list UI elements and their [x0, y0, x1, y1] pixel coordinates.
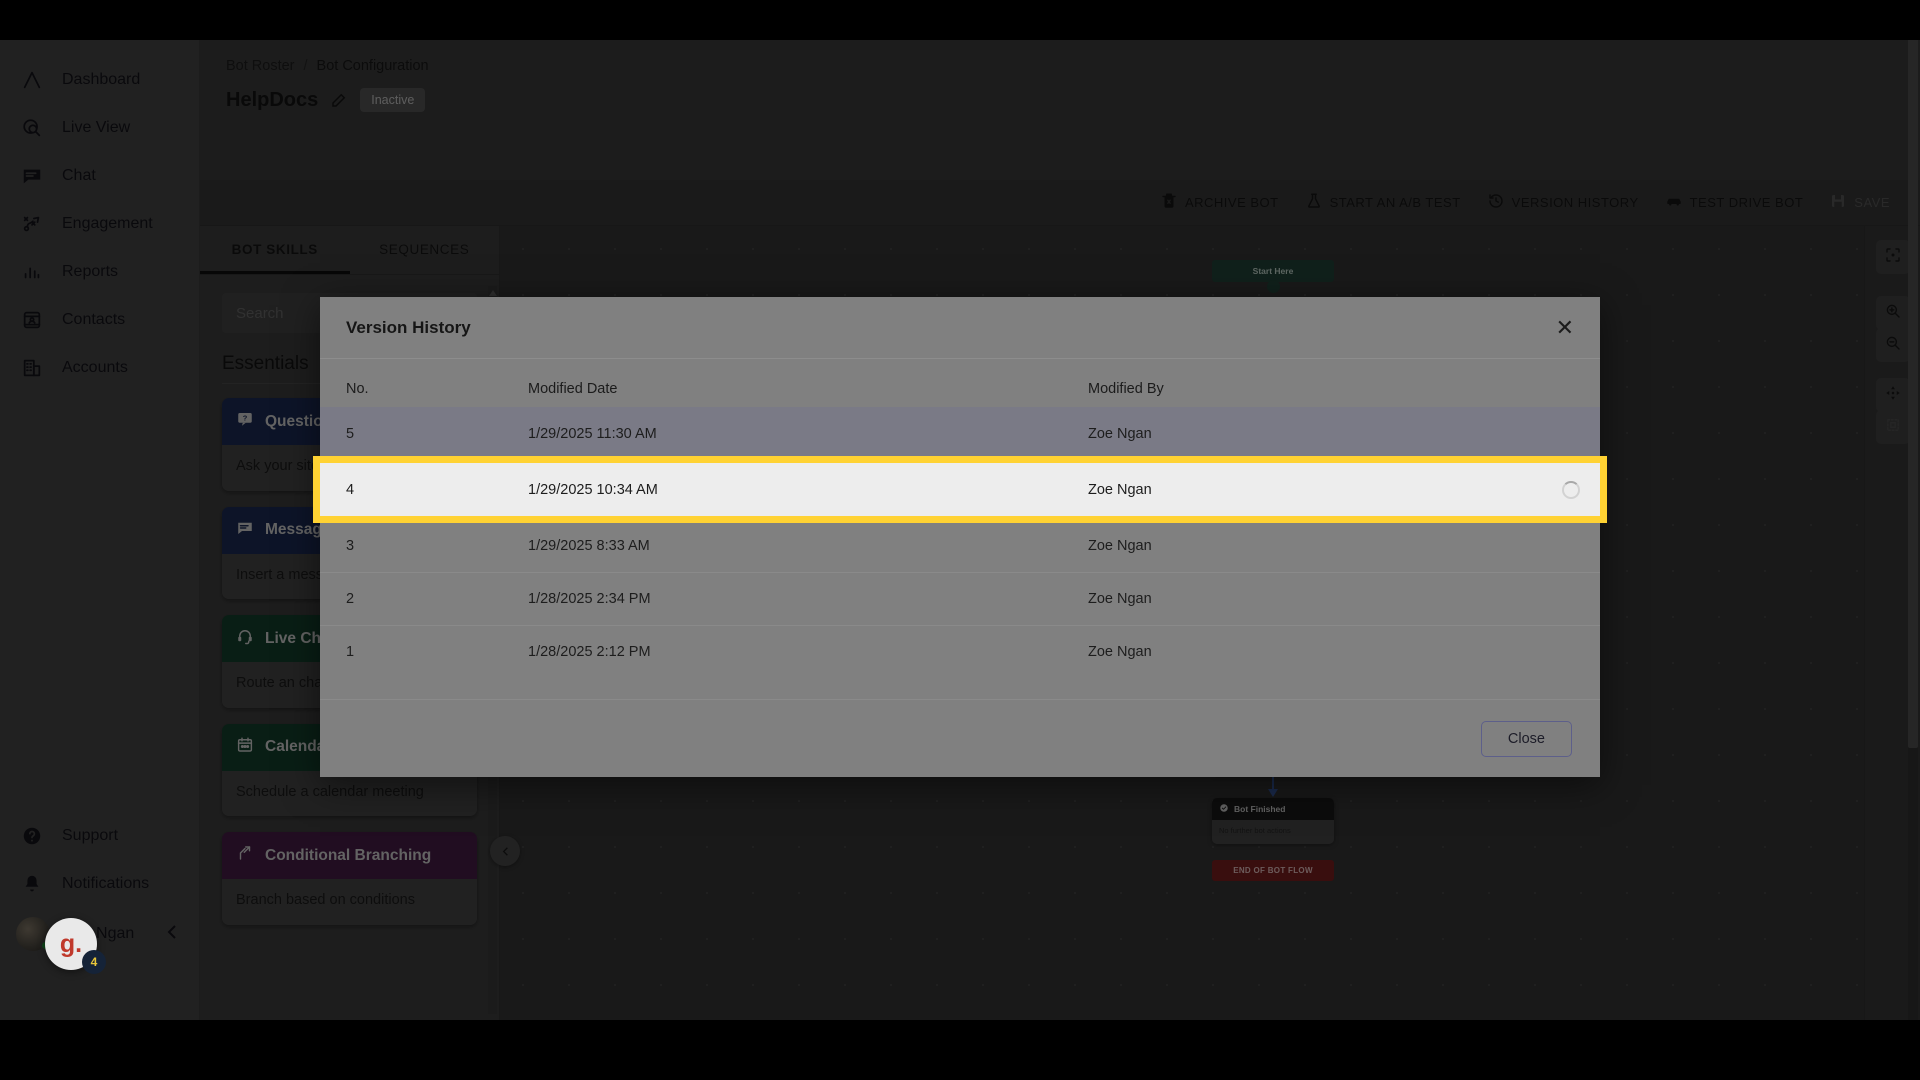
version-date: 1/28/2025 2:34 PM [528, 591, 651, 607]
version-row[interactable]: 3 1/29/2025 8:33 AM Zoe Ngan [320, 519, 1600, 572]
loading-spinner [1562, 480, 1580, 499]
version-date: 1/28/2025 2:12 PM [528, 644, 651, 660]
version-date: 1/29/2025 10:34 AM [528, 481, 658, 498]
column-header-date: Modified Date [528, 381, 618, 397]
letterbox-bottom [0, 1020, 1920, 1080]
table-header-row: No. Modified Date Modified By [320, 359, 1600, 407]
version-list: 5 1/29/2025 11:30 AM Zoe Ngan 4 1/29/2025 10… [313, 407, 1607, 678]
badge-label: g. [59, 929, 83, 958]
close-button[interactable]: Close [1480, 720, 1572, 757]
column-header-no: No. [346, 381, 369, 397]
dialog-header: Version History ✕ [320, 297, 1600, 359]
version-date: 1/29/2025 8:33 AM [528, 537, 650, 554]
version-row[interactable]: 4 1/29/2025 10:34 AM Zoe Ngan [313, 456, 1607, 523]
version-number: 3 [346, 537, 355, 554]
version-row[interactable]: 2 1/28/2025 2:34 PM Zoe Ngan [320, 572, 1600, 625]
version-row[interactable]: 1 1/28/2025 2:12 PM Zoe Ngan [320, 625, 1600, 678]
version-date: 1/29/2025 11:30 AM [528, 425, 657, 442]
version-number: 5 [346, 425, 355, 442]
version-author: Zoe Ngan [1088, 644, 1152, 660]
dialog-footer: Close [320, 699, 1600, 777]
grammarly-floating-badge[interactable]: g. 4 [45, 918, 106, 974]
dialog-title: Version History [346, 317, 471, 337]
version-author: Zoe Ngan [1088, 481, 1152, 498]
version-number: 1 [346, 644, 355, 660]
version-history-dialog: Version History ✕ No. Modified Date Modi… [313, 297, 1607, 777]
version-author: Zoe Ngan [1088, 425, 1152, 442]
letterbox-top [0, 0, 1920, 40]
version-number: 2 [346, 591, 355, 607]
application-window: DashboardLive ViewChatEngagementReportsC… [0, 0, 1920, 1080]
column-header-by: Modified By [1088, 381, 1164, 397]
version-row[interactable]: 5 1/29/2025 11:30 AM Zoe Ngan [320, 407, 1600, 460]
badge-count: 4 [82, 950, 106, 974]
version-number: 4 [346, 481, 355, 498]
version-author: Zoe Ngan [1088, 537, 1152, 554]
close-icon[interactable]: ✕ [1556, 316, 1574, 339]
version-author: Zoe Ngan [1088, 591, 1152, 607]
